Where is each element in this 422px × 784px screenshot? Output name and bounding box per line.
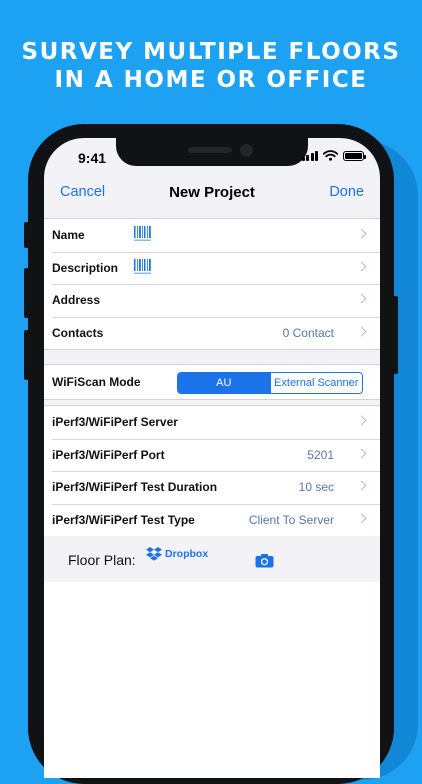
description-row[interactable]: Description	[44, 251, 380, 285]
phone-front-camera	[240, 144, 253, 157]
wifiscan-mode-option-au[interactable]: AU	[178, 373, 270, 393]
done-button[interactable]: Done	[329, 184, 364, 200]
barcode-icon[interactable]	[133, 225, 153, 243]
iperf-test-type-value: Client To Server	[248, 512, 334, 527]
description-label: Description	[52, 260, 119, 275]
chevron-right-icon	[356, 261, 367, 271]
status-time: 9:41	[78, 150, 107, 166]
status-icons	[301, 150, 366, 161]
dropbox-icon	[146, 547, 162, 561]
phone-power-button	[393, 296, 398, 374]
phone-notch	[116, 138, 308, 166]
contacts-row[interactable]: Contacts 0 Contact	[44, 316, 380, 350]
barcode-icon[interactable]	[133, 258, 153, 276]
wifiscan-mode-segmented-control: AU External Scanner	[177, 372, 363, 394]
wifiscan-mode-option-external-scanner[interactable]: External Scanner	[269, 373, 362, 393]
iperf-server-label: iPerf3/WiFiPerf Server	[52, 415, 178, 430]
headline: SURVEY MULTIPLE FLOORS IN A HOME OR OFFI…	[0, 38, 422, 94]
floor-plan-label: Floor Plan:	[68, 552, 136, 568]
iperf-port-row[interactable]: iPerf3/WiFiPerf Port 5201	[44, 438, 380, 472]
camera-icon[interactable]	[255, 553, 274, 568]
address-label: Address	[52, 293, 101, 308]
headline-line-2: IN A HOME OR OFFICE	[54, 67, 368, 93]
wifiscan-mode-label: WiFiScan Mode	[52, 375, 141, 389]
chevron-right-icon	[356, 480, 367, 491]
chevron-right-icon	[356, 228, 367, 239]
name-row[interactable]: Name	[44, 219, 380, 252]
navigation-bar: New Project Cancel Done	[44, 174, 380, 212]
chevron-right-icon	[356, 415, 367, 426]
dropbox-label: Dropbox	[165, 548, 209, 560]
name-label: Name	[52, 228, 85, 243]
project-fields-group: Name Description Address Contacts 0 Cont…	[44, 218, 380, 350]
chevron-right-icon	[356, 448, 367, 458]
iperf-test-type-row[interactable]: iPerf3/WiFiPerf Test Type Client To Serv…	[44, 503, 380, 537]
iperf-test-duration-label: iPerf3/WiFiPerf Test Duration	[52, 480, 218, 495]
iperf-server-row[interactable]: iPerf3/WiFiPerf Server	[44, 406, 380, 439]
chevron-right-icon	[356, 293, 367, 304]
battery-icon	[343, 150, 366, 161]
iperf-port-value: 5201	[307, 447, 334, 462]
phone-volume-up-button	[24, 268, 29, 318]
phone-silent-switch	[24, 222, 29, 248]
chevron-right-icon	[356, 326, 367, 336]
floor-plan-section: Floor Plan: Dropbox	[44, 536, 380, 582]
iperf-port-label: iPerf3/WiFiPerf Port	[52, 447, 165, 462]
wifi-icon	[323, 150, 338, 161]
iperf-fields-group: iPerf3/WiFiPerf Server iPerf3/WiFiPerf P…	[44, 405, 380, 537]
phone-screen: 9:41 New Project Cancel Done Name Descri…	[44, 138, 380, 778]
iperf-test-type-label: iPerf3/WiFiPerf Test Type	[52, 512, 195, 527]
contacts-label: Contacts	[52, 325, 104, 340]
iperf-test-duration-row[interactable]: iPerf3/WiFiPerf Test Duration 10 sec	[44, 471, 380, 504]
cancel-button[interactable]: Cancel	[60, 184, 105, 200]
signal-icon	[301, 150, 318, 161]
iperf-test-duration-value: 10 sec	[298, 480, 334, 495]
wifiscan-mode-row: WiFiScan Mode AU External Scanner	[44, 365, 380, 399]
phone-speaker	[188, 147, 232, 153]
content-area	[44, 582, 380, 778]
contacts-value: 0 Contact	[282, 325, 334, 340]
dropbox-button[interactable]: Dropbox	[146, 547, 208, 561]
chevron-right-icon	[356, 513, 367, 523]
wifiscan-mode-group: WiFiScan Mode AU External Scanner	[44, 364, 380, 400]
headline-line-1: SURVEY MULTIPLE FLOORS	[21, 39, 401, 65]
address-row[interactable]: Address	[44, 284, 380, 317]
phone-volume-down-button	[24, 330, 29, 380]
